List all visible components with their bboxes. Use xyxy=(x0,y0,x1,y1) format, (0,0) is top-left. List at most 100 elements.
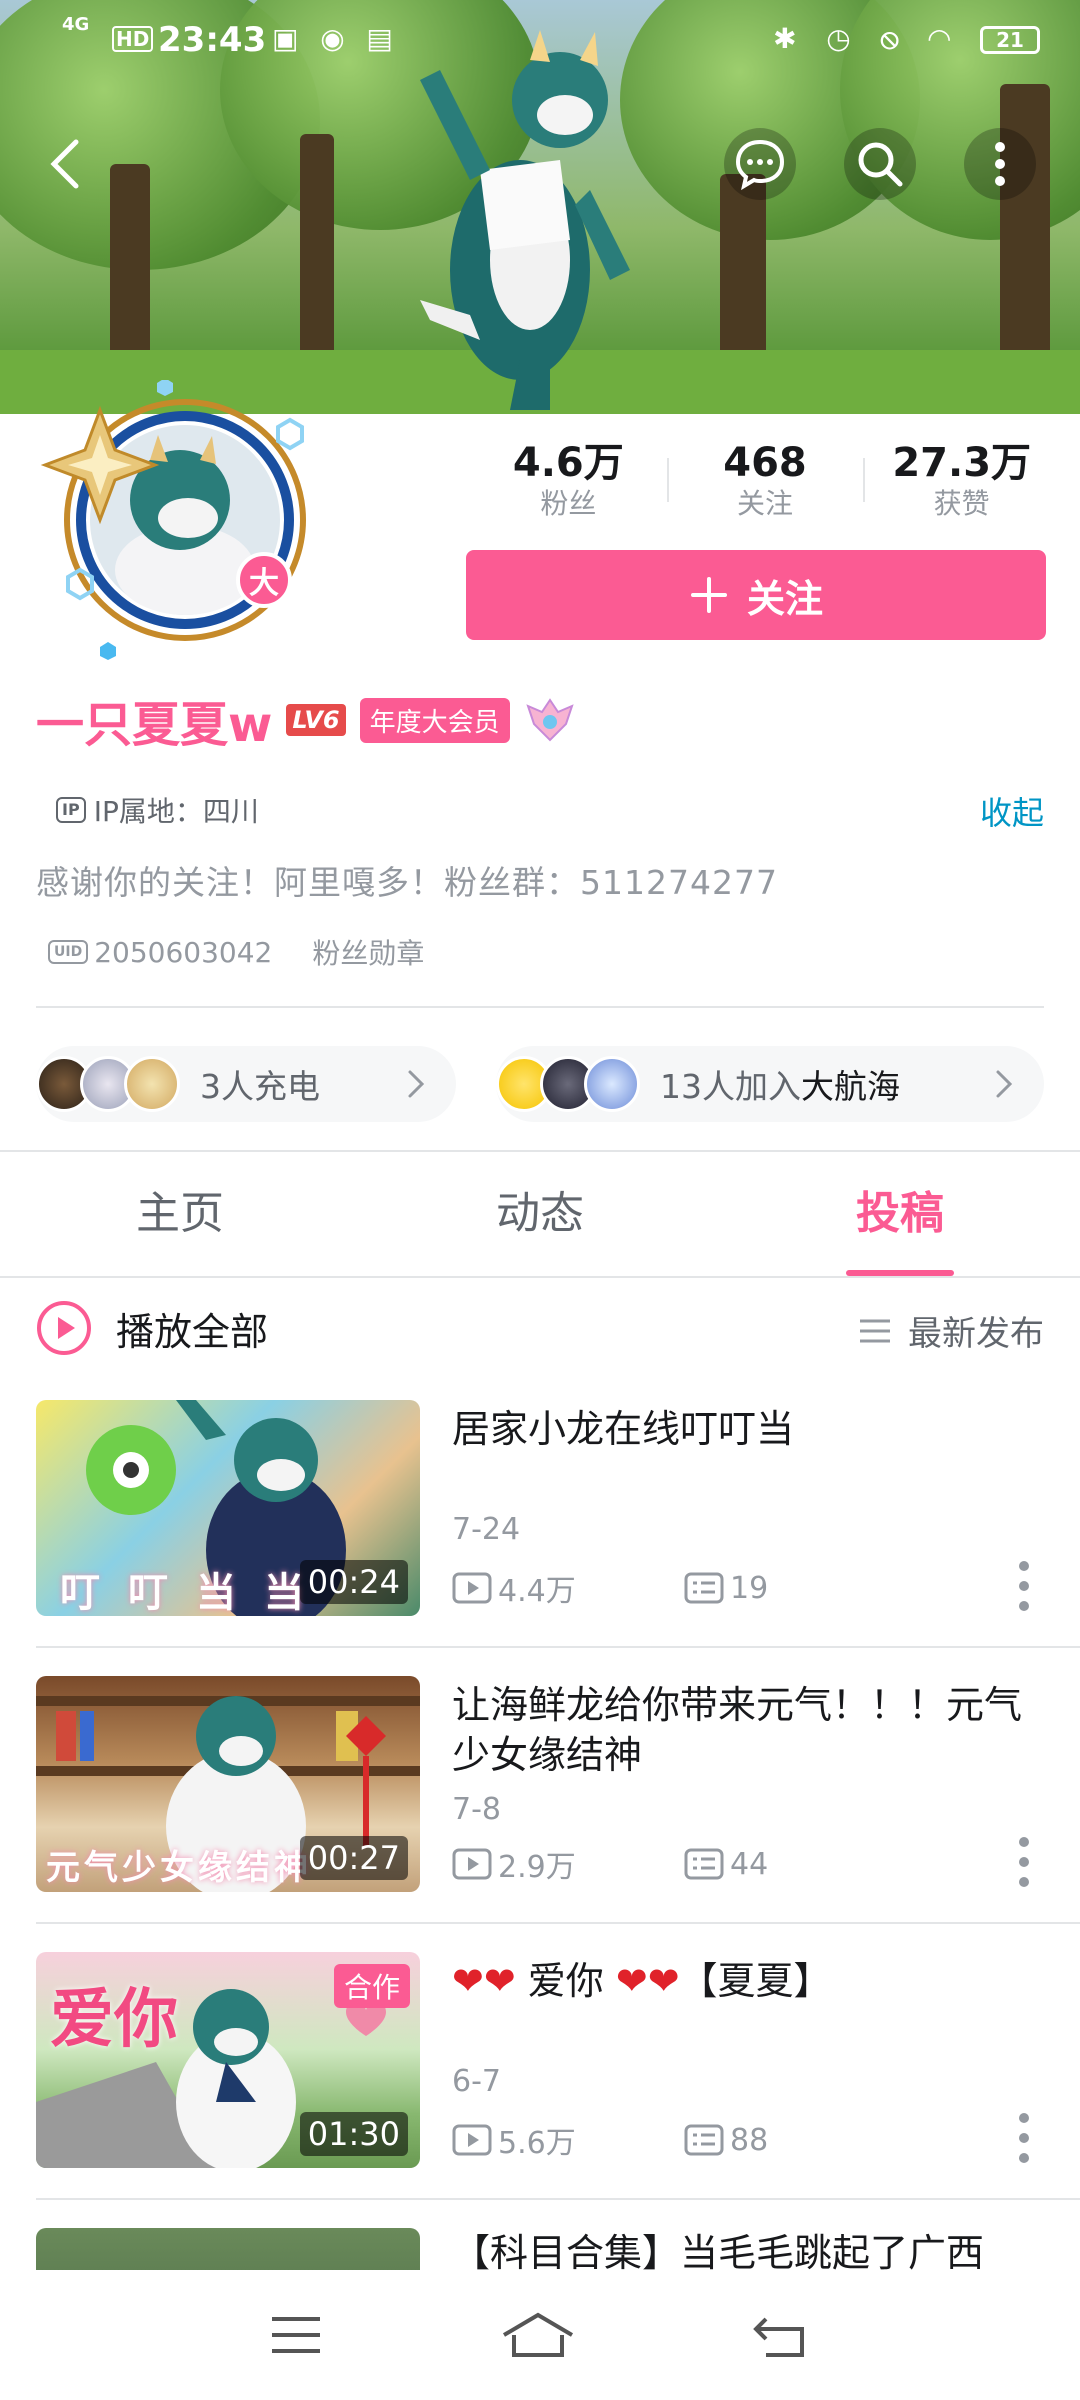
video-more-icon[interactable] xyxy=(1018,1560,1030,1612)
video-title[interactable]: 居家小龙在线叮叮当 xyxy=(452,1404,1042,1454)
thumbnail-caption: 元气少女缘结神 xyxy=(46,1848,312,1888)
back-button[interactable] xyxy=(30,128,102,200)
stat-label: 获赞 xyxy=(933,487,990,520)
medal-icon[interactable] xyxy=(524,696,576,744)
video-item[interactable]: 叮叮当当 00:24 居家小龙在线叮叮当 7-24 4.4万 19 xyxy=(36,1400,1044,1616)
play-all-button[interactable]: 播放全部 xyxy=(36,1300,268,1356)
fan-medal-link[interactable]: 粉丝勋章 xyxy=(312,932,424,972)
follow-button[interactable]: 关注 xyxy=(466,550,1046,640)
video-duration: 00:27 xyxy=(299,1836,408,1880)
message-icon xyxy=(735,139,785,191)
play-count-icon xyxy=(452,2124,492,2156)
level-badge[interactable]: LV6 xyxy=(286,704,346,736)
thumbnail-caption: 爱你 xyxy=(50,1983,178,2057)
uid-value: 2050603042 xyxy=(94,935,273,969)
video-title[interactable]: 让海鲜龙给你带来元气！！！元气少女缘结神 xyxy=(452,1680,1042,1780)
uid-group[interactable]: UID 2050603042 xyxy=(48,936,272,969)
video-meta: 4.4万 19 xyxy=(452,1566,916,1610)
stat-value: 4.6万 xyxy=(512,440,624,486)
thumbnail-caption: 叮叮当当 xyxy=(60,1570,332,1616)
tab-home[interactable]: 主页 xyxy=(0,1152,360,1276)
home-icon[interactable] xyxy=(500,2309,576,2361)
stat-label: 粉丝 xyxy=(540,487,597,520)
uid-icon: UID xyxy=(48,940,89,964)
list-icon xyxy=(860,1319,890,1342)
search-icon xyxy=(858,142,903,187)
video-thumbnail[interactable]: 元气少女缘结神 00:27 xyxy=(36,1676,420,1892)
video-thumbnail[interactable] xyxy=(36,2228,420,2270)
fleet-label: 大航海 xyxy=(801,1067,900,1106)
bio-text: 感谢你的关注！阿里嘎多！粉丝群：511274277 xyxy=(36,863,778,902)
view-count: 2.9万 xyxy=(452,1842,684,1886)
plus-icon xyxy=(690,577,727,613)
play-count-icon xyxy=(452,1572,492,1604)
video-title[interactable]: 【科目合集】当毛毛跳起了广西 xyxy=(452,2228,1042,2270)
stat-label: 关注 xyxy=(737,487,794,520)
video-title[interactable]: ❤❤ 爱你 ❤❤【夏夏】 xyxy=(452,1956,1042,2006)
battery-level: 21 xyxy=(996,28,1024,52)
chevron-right-icon xyxy=(408,1070,425,1098)
video-meta: 5.6万 88 xyxy=(452,2118,916,2162)
battery-icon: 21 xyxy=(980,26,1040,54)
name-row: 一只夏夏w LV6 年度大会员 xyxy=(36,690,576,753)
follow-label: 关注 xyxy=(746,576,823,621)
avatar[interactable]: 大 xyxy=(40,378,340,660)
video-duration: 00:24 xyxy=(299,1560,408,1604)
message-button[interactable] xyxy=(724,128,796,200)
video-item[interactable]: 元气少女缘结神 00:27 让海鲜龙给你带来元气！！！元气少女缘结神 7-8 2… xyxy=(36,1676,1044,1892)
danmaku-icon xyxy=(684,1848,724,1880)
fleet-pill[interactable]: 13人加入大航海 xyxy=(496,1046,1044,1122)
divider xyxy=(36,1006,1044,1008)
play-circle-icon xyxy=(37,1301,91,1355)
collapse-button[interactable]: 收起 xyxy=(980,788,1044,834)
video-more-icon[interactable] xyxy=(1018,2112,1030,2164)
video-divider xyxy=(36,2198,1080,2200)
video-title-text: ❤❤ 爱你 ❤❤【夏夏】 xyxy=(452,1959,832,2003)
video-item[interactable]: 【科目合集】当毛毛跳起了广西 xyxy=(36,2228,1044,2270)
fleet-count: 13人加入 xyxy=(660,1067,801,1106)
uid-row: UID 2050603042 粉丝勋章 xyxy=(48,932,424,972)
stat-likes[interactable]: 27.3万 获赞 xyxy=(863,440,1060,520)
sort-label: 最新发布 xyxy=(908,1314,1044,1354)
profile-tabs: 主页 动态 投稿 xyxy=(0,1152,1080,1276)
tab-dynamics[interactable]: 动态 xyxy=(360,1152,720,1276)
charge-pill[interactable]: 3人充电 xyxy=(36,1046,456,1122)
view-count-value: 5.6万 xyxy=(498,2126,576,2161)
more-icon xyxy=(995,142,1005,186)
play-all-label: 播放全部 xyxy=(116,1309,269,1354)
sort-button[interactable]: 最新发布 xyxy=(858,1306,1044,1355)
video-item[interactable]: 爱你 合作 01:30 ❤❤ 爱你 ❤❤【夏夏】 6-7 5.6万 88 xyxy=(36,1952,1044,2168)
stat-following[interactable]: 468 关注 xyxy=(666,440,864,520)
danmaku-count: 88 xyxy=(684,2123,916,2158)
view-count-value: 2.9万 xyxy=(498,1850,576,1885)
search-button[interactable] xyxy=(844,128,916,200)
video-thumbnail[interactable]: 叮叮当当 00:24 xyxy=(36,1400,420,1616)
system-nav-bar xyxy=(0,2270,1080,2400)
back-nav-icon[interactable] xyxy=(752,2311,812,2359)
danmaku-icon xyxy=(684,1572,724,1604)
tabs-divider xyxy=(0,1276,1080,1278)
supporter-avatar xyxy=(584,1056,640,1112)
danmaku-count-value: 19 xyxy=(730,1570,769,1606)
danmaku-count-value: 44 xyxy=(730,1846,769,1882)
stat-fans[interactable]: 4.6万 粉丝 xyxy=(470,440,667,520)
danmaku-count: 44 xyxy=(684,1847,916,1882)
clock: 23:43 xyxy=(158,20,267,60)
more-button[interactable] xyxy=(964,128,1036,200)
ip-icon: IP xyxy=(56,797,86,823)
play-count-icon xyxy=(452,1848,492,1880)
vip-badge[interactable]: 年度大会员 xyxy=(359,697,510,743)
status-bar: 4G HD 23:43 ▣ ◉ ▤ ✱ ◷ ⦸ ◠ 21 xyxy=(0,0,1080,80)
tab-uploads[interactable]: 投稿 xyxy=(720,1152,1080,1276)
ip-location-row: IP IP属地：四川 xyxy=(56,790,259,830)
video-divider xyxy=(36,1922,1080,1924)
stat-value: 27.3万 xyxy=(892,440,1032,486)
view-count: 4.4万 xyxy=(452,1566,684,1610)
ip-location: IP属地：四川 xyxy=(93,795,259,828)
charge-text: 3人充电 xyxy=(200,1067,320,1106)
profile-stats: 4.6万 粉丝 468 关注 27.3万 获赞 xyxy=(470,440,1060,520)
video-date: 6-7 xyxy=(452,2064,501,2099)
video-thumbnail[interactable]: 爱你 合作 01:30 xyxy=(36,1952,420,2168)
video-more-icon[interactable] xyxy=(1018,1836,1030,1888)
menu-icon[interactable] xyxy=(268,2313,324,2357)
